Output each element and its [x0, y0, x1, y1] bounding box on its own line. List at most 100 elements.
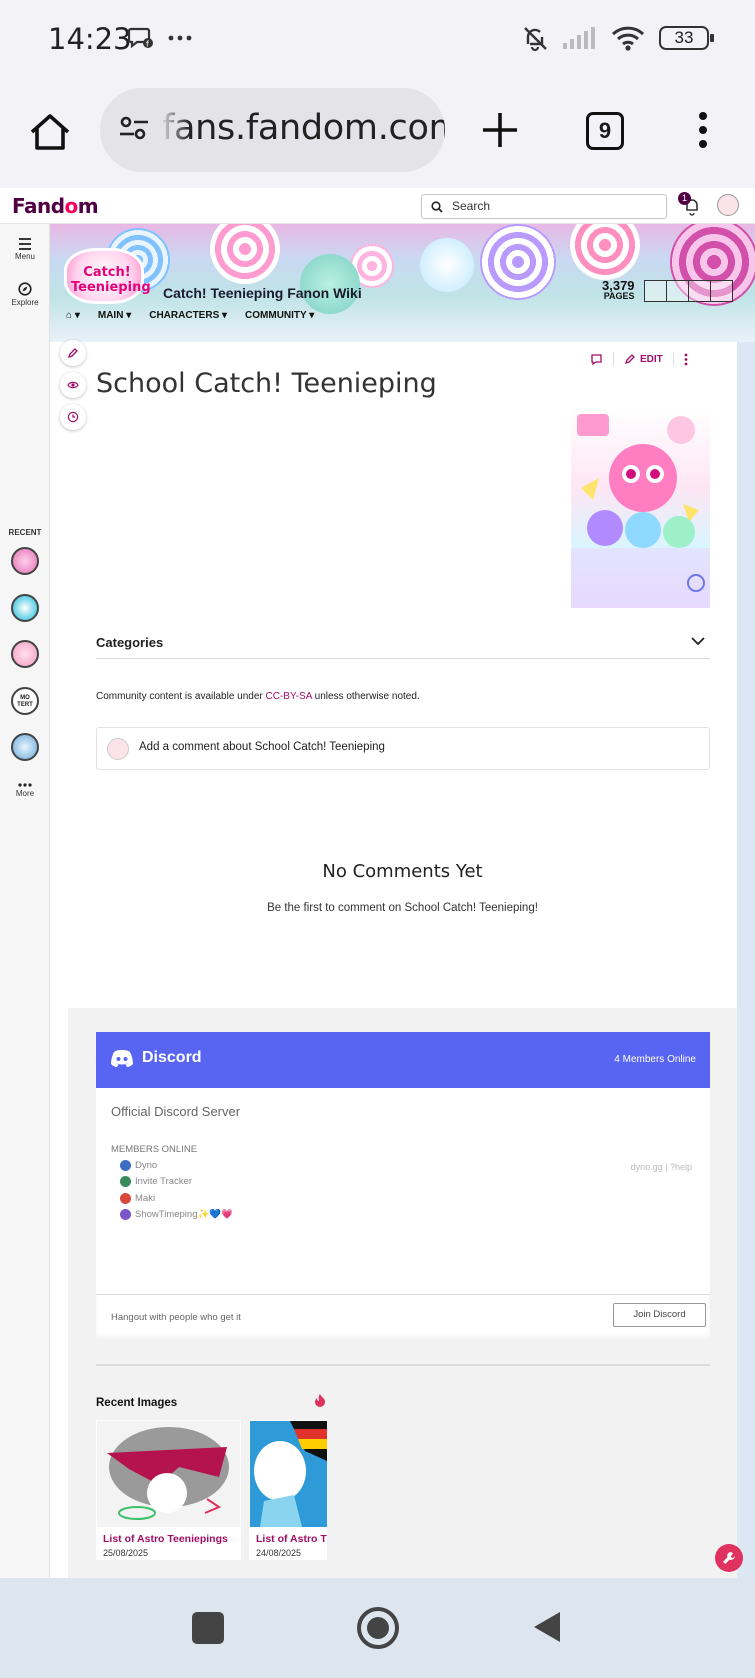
recent-image-caption[interactable]: List of Astro T: [256, 1533, 327, 1545]
recent-wiki-avatar[interactable]: [11, 733, 39, 761]
more-tools-icon[interactable]: [710, 280, 733, 302]
recent-wiki-avatar[interactable]: [11, 640, 39, 668]
ellipsis-icon: [18, 783, 32, 787]
chevron-down-icon: [691, 637, 705, 646]
discord-online-count: 4 Members Online: [614, 1054, 696, 1065]
battery-icon: 33: [659, 26, 714, 50]
discord-icon: [111, 1050, 133, 1067]
discord-member[interactable]: Invite Tracker: [120, 1176, 192, 1187]
discord-member[interactable]: Dyno: [120, 1160, 157, 1171]
pages-count: 3,379 PAGES: [602, 278, 635, 301]
url-text[interactable]: fans.fandom.com: [159, 108, 445, 148]
member-avatar: [120, 1176, 131, 1187]
address-bar[interactable]: fans.fandom.com: [100, 88, 445, 172]
no-comments-subtitle: Be the first to comment on School Catch!…: [267, 902, 538, 914]
add-comment-input[interactable]: Add a comment about School Catch! Teenie…: [96, 727, 710, 770]
comment-icon[interactable]: [590, 353, 603, 366]
wiki-nav-main[interactable]: MAIN: [98, 310, 131, 321]
wiki-nav: ⌂ MAIN CHARACTERS COMMUNITY: [66, 310, 314, 321]
notification-badge: 1: [678, 192, 691, 205]
compass-icon: [18, 282, 32, 296]
discord-logo[interactable]: Discord: [110, 1049, 202, 1067]
user-avatar[interactable]: [717, 194, 739, 216]
wiki-logo[interactable]: Catch! Teenieping: [64, 248, 151, 304]
balloon-decoration: [300, 254, 360, 314]
discord-server-name: Official Discord Server: [111, 1104, 241, 1119]
recent-image-date: 25/08/2025: [103, 1548, 149, 1558]
fandom-logo[interactable]: Fandom: [12, 194, 99, 218]
clock-icon: [67, 411, 79, 423]
notifications-button[interactable]: 1: [678, 192, 702, 216]
lollipop-decoration: [570, 224, 640, 280]
recent-wiki-avatar[interactable]: MO TERT: [11, 687, 39, 715]
article-actions: EDIT: [590, 352, 688, 366]
wrench-tools-button[interactable]: [715, 1544, 743, 1572]
character-artwork: [571, 414, 710, 608]
rail-menu[interactable]: Menu: [0, 238, 50, 261]
tab-switcher-button[interactable]: 9: [586, 112, 624, 150]
wiki-nav-characters[interactable]: CHARACTERS: [149, 310, 227, 321]
search-input[interactable]: Search: [421, 194, 667, 219]
wrench-icon: [723, 1552, 735, 1564]
recent-wiki-avatar[interactable]: [11, 547, 39, 575]
dark-mode-icon[interactable]: [688, 280, 711, 302]
categories-toggle[interactable]: Categories: [96, 635, 710, 659]
user-avatar: [107, 738, 129, 760]
left-rail: Menu Explore RECENT MO TERT More: [0, 224, 50, 1578]
site-settings-icon[interactable]: [118, 114, 150, 142]
member-avatar: [120, 1209, 131, 1220]
search-icon: [431, 201, 443, 213]
recent-image-card[interactable]: List of Astro T 24/08/2025: [249, 1420, 327, 1560]
home-button[interactable]: [356, 1606, 400, 1650]
kebab-menu-icon[interactable]: [684, 353, 688, 366]
join-discord-button[interactable]: Join Discord: [613, 1303, 706, 1327]
lollipop-decoration: [210, 224, 280, 284]
page-side-tools: [60, 340, 86, 436]
page-title: School Catch! Teenieping: [96, 368, 437, 399]
bot-links[interactable]: dyno.gg | ?help: [631, 1162, 692, 1172]
lollipop-decoration: [480, 224, 556, 300]
history-tool-button[interactable]: [60, 404, 86, 430]
edit-button[interactable]: EDIT: [624, 353, 663, 365]
muted-bell-icon: [524, 27, 547, 52]
recent-image-date: 24/08/2025: [256, 1548, 302, 1558]
discord-member[interactable]: Maki: [120, 1193, 155, 1204]
browser-menu-icon[interactable]: [696, 110, 710, 150]
license-notice: Community content is available under CC-…: [96, 691, 420, 702]
discord-header: Discord 4 Members Online: [96, 1032, 710, 1088]
status-bar: 14:23 f 33: [0, 0, 755, 82]
rail-explore[interactable]: Explore: [0, 282, 50, 307]
article-image[interactable]: [571, 408, 710, 608]
rail-more[interactable]: More: [0, 780, 50, 798]
recent-image: [97, 1421, 240, 1527]
chat-bubble-icon: f: [128, 27, 153, 49]
web-page: Fandom Search 1 Menu Explore RECENT MO T…: [0, 188, 755, 1578]
recents-button[interactable]: [192, 1612, 224, 1644]
castle-decoration: [420, 238, 474, 292]
no-comments-title: No Comments Yet: [322, 861, 483, 882]
fandom-global-nav: Fandom Search 1: [0, 188, 755, 224]
recent-image-caption[interactable]: List of Astro Teeniepings: [103, 1533, 228, 1545]
back-button[interactable]: [532, 1610, 562, 1644]
wiki-nav-home[interactable]: ⌂: [66, 310, 80, 321]
svg-text:f: f: [146, 40, 149, 49]
wiki-nav-community[interactable]: COMMUNITY: [245, 310, 314, 321]
member-avatar: [120, 1160, 131, 1171]
discord-member[interactable]: ShowTimeping✨💙💗: [120, 1209, 233, 1220]
discuss-icon[interactable]: [644, 280, 667, 302]
flame-icon: [315, 1394, 325, 1407]
recent-image-card[interactable]: List of Astro Teeniepings 25/08/2025: [96, 1420, 241, 1560]
recent-wiki-avatar[interactable]: [11, 594, 39, 622]
recent-images-heading: Recent Images: [96, 1397, 178, 1409]
new-tab-icon[interactable]: [480, 110, 520, 150]
pencil-icon: [624, 354, 635, 365]
edit-tool-button[interactable]: [60, 340, 86, 366]
hamburger-icon: [19, 238, 31, 250]
license-link[interactable]: CC-BY-SA: [266, 691, 312, 702]
member-avatar: [120, 1193, 131, 1204]
discord-widget: Discord 4 Members Online Official Discor…: [96, 1032, 710, 1340]
wiki-name[interactable]: Catch! Teenieping Fanon Wiki: [163, 285, 362, 301]
watch-tool-button[interactable]: [60, 372, 86, 398]
home-icon[interactable]: [28, 110, 72, 154]
activity-icon[interactable]: [666, 280, 689, 302]
